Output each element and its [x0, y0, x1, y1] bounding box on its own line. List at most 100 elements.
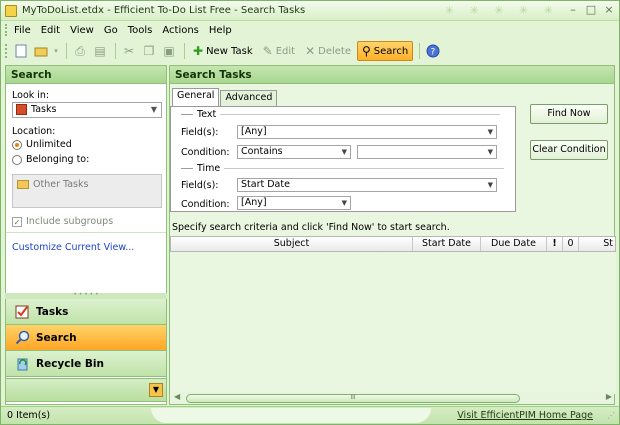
time-group-title: Time: [181, 163, 505, 174]
print-preview-icon[interactable]: ▤: [91, 42, 109, 60]
delete-label: Delete: [318, 45, 351, 57]
menu-grip: [5, 24, 8, 36]
open-dropdown-icon[interactable]: ▾: [52, 42, 60, 60]
menu-edit[interactable]: Edit: [41, 25, 60, 36]
title-bar: MyToDoList.etdx - Efficient To-Do List F…: [1, 1, 619, 21]
include-subgroups-label: Include subgroups: [26, 216, 114, 227]
configure-buttons-icon[interactable]: ▼: [149, 383, 163, 397]
chevron-down-icon: ▼: [487, 181, 493, 189]
nav-recycle-bin-label: Recycle Bin: [36, 357, 104, 370]
radio-belonging-to[interactable]: Belonging to:: [12, 154, 89, 165]
find-now-button[interactable]: Find Now: [530, 104, 608, 124]
menu-help[interactable]: Help: [209, 25, 232, 36]
minimize-icon[interactable]: –: [567, 3, 579, 17]
group-line: [220, 114, 501, 115]
new-file-icon[interactable]: [12, 42, 30, 60]
checkmark-icon: ✓: [12, 216, 22, 227]
tab-advanced[interactable]: Advanced: [220, 90, 278, 106]
magnifier-icon: ⚲: [362, 44, 371, 58]
app-window: MyToDoList.etdx - Efficient To-Do List F…: [0, 0, 620, 425]
col-status[interactable]: St: [579, 237, 615, 251]
open-folder-icon[interactable]: [32, 42, 50, 60]
field-label-2: Field(s):: [181, 180, 219, 191]
text-group-title: Text: [181, 109, 501, 120]
delete-button[interactable]: ✕ Delete: [301, 41, 355, 61]
field-select-2[interactable]: Start Date ▼: [237, 178, 497, 192]
recycle-bin-icon: [14, 356, 30, 372]
menu-go[interactable]: Go: [104, 25, 118, 36]
search-icon: [14, 330, 30, 346]
condition-select-1[interactable]: Contains ▼: [237, 145, 351, 159]
chevron-down-icon: ▼: [487, 128, 493, 136]
horizontal-scrollbar[interactable]: ◀ III ▶: [172, 392, 614, 404]
scroll-right-icon[interactable]: ▶: [606, 392, 612, 401]
results-grid: Subject Start Date Due Date ! 0 St: [170, 236, 616, 394]
copy-icon[interactable]: ❐: [140, 42, 158, 60]
window-title: MyToDoList.etdx - Efficient To-Do List F…: [22, 5, 306, 16]
search-pane-header: Search: [6, 66, 166, 84]
col-subject[interactable]: Subject: [171, 237, 413, 251]
toolbar: ▾ ⎙ ▤ ✂ ❐ ▣ ✚ New Task ✎ Edit ✕ Delete ⚲…: [1, 39, 619, 63]
help-icon[interactable]: ?: [424, 42, 442, 60]
group-line: [181, 114, 193, 115]
col-priority[interactable]: !: [547, 237, 563, 251]
look-in-label: Look in:: [12, 90, 50, 101]
col-attachment[interactable]: 0: [563, 237, 579, 251]
home-page-link[interactable]: Visit EfficientPIM Home Page: [457, 410, 593, 421]
customize-view-link[interactable]: Customize Current View...: [12, 242, 134, 253]
menu-tools[interactable]: Tools: [128, 25, 153, 36]
toolbar-separator: [66, 43, 67, 59]
menu-actions[interactable]: Actions: [162, 25, 199, 36]
time-group-label: Time: [197, 163, 221, 174]
location-label: Location:: [12, 126, 56, 137]
nav-recycle-bin[interactable]: Recycle Bin: [5, 351, 167, 377]
paste-icon[interactable]: ▣: [160, 42, 178, 60]
status-bar: 0 Item(s) Visit EfficientPIM Home Page ⋰: [1, 406, 619, 424]
delete-icon: ✕: [305, 44, 316, 58]
condition-select-2[interactable]: [Any] ▼: [237, 196, 351, 210]
nav-search[interactable]: Search: [5, 325, 167, 351]
cut-icon[interactable]: ✂: [120, 42, 138, 60]
nav-tasks[interactable]: Tasks: [5, 299, 167, 325]
field-label-1: Field(s):: [181, 127, 219, 138]
tab-general[interactable]: General: [172, 88, 220, 106]
look-in-select[interactable]: Tasks ▼: [12, 102, 162, 118]
col-due-date[interactable]: Due Date: [481, 237, 547, 251]
resize-grip-icon[interactable]: ⋰: [607, 411, 615, 420]
folder-icon: [17, 180, 29, 189]
edit-button[interactable]: ✎ Edit: [259, 41, 299, 61]
radio-unlimited-label: Unlimited: [26, 139, 72, 150]
field-select-1[interactable]: [Any] ▼: [237, 125, 497, 139]
search-label: Search: [373, 45, 409, 57]
include-subgroups-checkbox[interactable]: ✓ Include subgroups: [12, 216, 113, 227]
field-select-2-value: Start Date: [241, 179, 290, 190]
print-icon[interactable]: ⎙: [71, 42, 89, 60]
nav-tasks-label: Tasks: [36, 305, 69, 318]
search-tasks-header: Search Tasks: [170, 66, 614, 84]
search-tabs: General Advanced: [172, 88, 278, 106]
maximize-icon[interactable]: □: [585, 3, 597, 17]
field-select-1-value: [Any]: [241, 126, 267, 137]
condition-label-1: Condition:: [181, 147, 230, 158]
radio-unlimited[interactable]: Unlimited: [12, 139, 72, 150]
scroll-thumb[interactable]: III: [186, 394, 520, 403]
edit-icon: ✎: [262, 44, 273, 58]
divider: [6, 232, 166, 233]
menu-file[interactable]: File: [14, 25, 31, 36]
condition-text-combo[interactable]: ▼: [357, 145, 497, 159]
new-task-button[interactable]: ✚ New Task: [189, 41, 257, 61]
edit-label: Edit: [275, 45, 296, 57]
look-in-value: Tasks: [31, 104, 57, 115]
toolbar-grip: [5, 44, 8, 58]
search-button[interactable]: ⚲ Search: [357, 41, 414, 61]
scroll-left-icon[interactable]: ◀: [174, 392, 180, 401]
chevron-down-icon: ▼: [341, 148, 347, 156]
menu-view[interactable]: View: [70, 25, 94, 36]
chevron-down-icon: ▼: [150, 105, 157, 114]
tasks-folder-icon: [16, 104, 27, 115]
clear-condition-button[interactable]: Clear Condition: [530, 140, 608, 160]
col-start-date[interactable]: Start Date: [413, 237, 481, 251]
close-icon[interactable]: ×: [603, 3, 615, 17]
radio-dot-icon: [12, 139, 22, 150]
other-tasks-box[interactable]: Other Tasks: [12, 174, 162, 208]
